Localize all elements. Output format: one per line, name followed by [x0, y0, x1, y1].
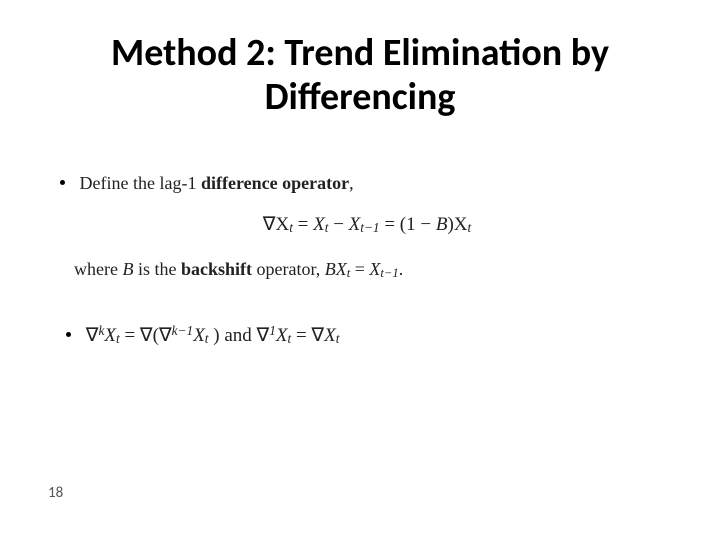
eq1-close: )X	[447, 214, 467, 235]
where-line: where B is the backshift operator, BXt =…	[74, 256, 660, 283]
where-mid: is the	[133, 259, 181, 279]
eq2-eq2: = ∇	[296, 325, 324, 346]
where-eq-rhs: X	[369, 259, 380, 279]
title-line-2: Differencing	[265, 74, 456, 120]
where-mid2: operator,	[252, 259, 325, 279]
eq2-sub-t3: t	[288, 331, 292, 346]
eq1-B: B	[436, 214, 448, 235]
bullet-icon-2	[66, 332, 71, 337]
page-number: 18	[48, 484, 63, 502]
intro-bold: difference operator	[201, 173, 349, 193]
eq2-eq: = ∇(∇	[124, 325, 171, 346]
eq2-sup-1: 1	[269, 323, 276, 338]
intro-suffix: ,	[349, 173, 354, 193]
eq2-sup-km1: k−1	[172, 323, 194, 338]
where-eq-sub-tm1: t−1	[380, 266, 398, 280]
slide-body: Define the lag-1 difference operator, ∇X…	[74, 170, 660, 350]
eq1-x2-sub: t−1	[360, 220, 379, 235]
slide: Method 2: Trend Elimination by Differenc…	[0, 0, 720, 540]
eq2-and: ) and ∇	[213, 325, 269, 346]
where-bold: backshift	[181, 259, 252, 279]
equation-1: ∇Xt = Xt − Xt−1 = (1 − B)Xt	[74, 211, 660, 240]
eq1-x1: X	[313, 214, 325, 235]
eq2-x3: X	[276, 325, 288, 346]
eq2-sub-t4: t	[336, 331, 340, 346]
eq1-eq: =	[298, 214, 313, 235]
eq2-x: X	[104, 325, 116, 346]
eq2-sub-t2: t	[205, 331, 209, 346]
eq1-nabla-x: ∇X	[263, 214, 289, 235]
eq2-x2: X	[193, 325, 205, 346]
eq2-sub-t: t	[116, 331, 120, 346]
eq1-x2: X	[349, 214, 361, 235]
bullet-icon	[60, 180, 65, 185]
title-line-1: Method 2: Trend Elimination by	[111, 30, 609, 76]
where-period: .	[399, 259, 404, 279]
eq1-sub-t: t	[289, 220, 293, 235]
where-B: B	[122, 259, 133, 279]
equation-2: ∇kXt = ∇(∇k−1Xt ) and ∇1Xt = ∇Xt	[74, 321, 660, 351]
where-eq-lhs: BX	[325, 259, 347, 279]
eq1-eq2: = (1 −	[384, 214, 436, 235]
intro-prefix: Define the lag-1	[80, 173, 201, 193]
eq1-lhs: ∇Xt	[263, 214, 293, 235]
where-prefix: where	[74, 259, 122, 279]
eq2-x4: X	[324, 325, 336, 346]
where-eq-eq: =	[350, 259, 369, 279]
eq2-nabla: ∇	[86, 325, 99, 346]
eq1-x1-sub: t	[325, 220, 329, 235]
eq1-end-sub: t	[468, 220, 472, 235]
intro-line: Define the lag-1 difference operator,	[74, 170, 660, 197]
slide-title: Method 2: Trend Elimination by Differenc…	[0, 32, 720, 119]
eq1-minus: −	[333, 214, 348, 235]
